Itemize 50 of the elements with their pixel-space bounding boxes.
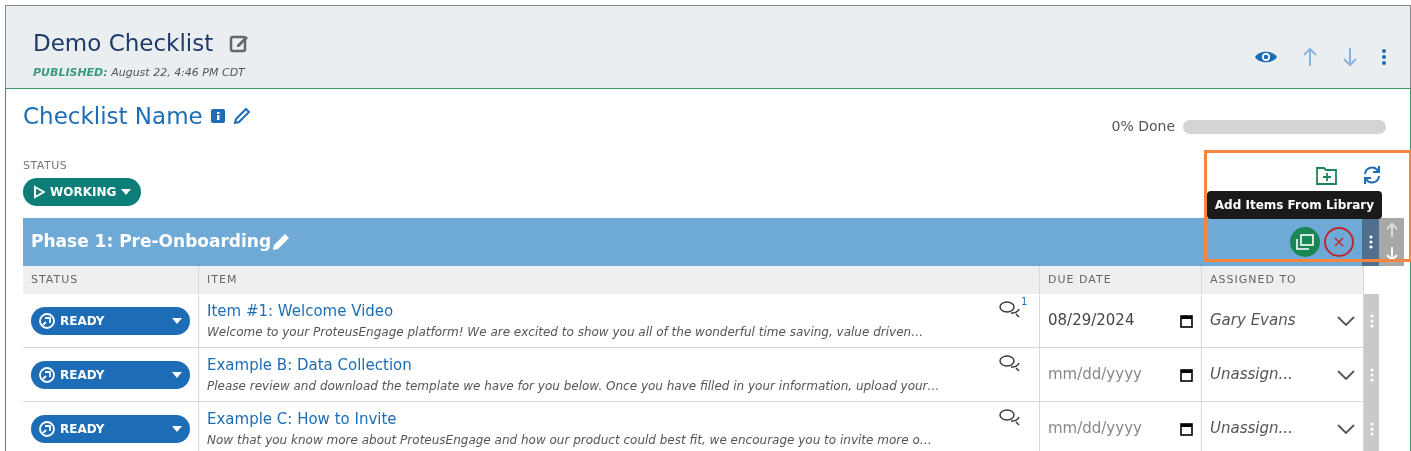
status-dropdown[interactable]: READY bbox=[31, 414, 190, 443]
refresh-icon[interactable] bbox=[1362, 165, 1382, 185]
copy-icon bbox=[1296, 234, 1314, 250]
due-date-field[interactable]: mm/dd/yyyy bbox=[1040, 402, 1202, 451]
page-title: Demo Checklist bbox=[33, 29, 214, 58]
comment-count: 1 bbox=[1021, 296, 1028, 308]
status-dropdown[interactable]: READY bbox=[31, 306, 190, 335]
tooltip: Add Items From Library bbox=[1206, 191, 1382, 219]
play-icon bbox=[33, 185, 45, 199]
chevron-down-icon bbox=[1337, 315, 1355, 326]
caret-icon bbox=[172, 425, 182, 432]
column-header: DUE DATE bbox=[1040, 266, 1202, 294]
info-icon[interactable] bbox=[210, 109, 225, 124]
item-title-link[interactable]: Example C: How to Invite bbox=[207, 408, 999, 431]
caret-icon bbox=[172, 371, 182, 378]
calendar-icon bbox=[1180, 313, 1193, 328]
kebab-menu-icon[interactable] bbox=[1382, 49, 1386, 65]
item-title-link[interactable]: Item #1: Welcome Video bbox=[207, 300, 999, 323]
published-text: PUBLISHED: August 22, 4:46 PM CDT bbox=[33, 64, 247, 81]
caret-icon bbox=[172, 317, 182, 324]
status-dropdown[interactable]: WORKING bbox=[23, 178, 142, 206]
column-header: ASSIGNED TO bbox=[1202, 266, 1364, 294]
chevron-down-icon bbox=[1337, 423, 1355, 434]
kebab-menu-icon bbox=[1368, 235, 1373, 249]
progress-text: 0% Done bbox=[1111, 117, 1175, 136]
phase-menu-button[interactable] bbox=[1362, 218, 1379, 266]
chevron-down-icon bbox=[1337, 369, 1355, 380]
caret-icon bbox=[121, 189, 132, 195]
item-description: Welcome to your ProteusEngage platform! We are excited to show you all of the wonderful time saving, value driven… bbox=[207, 323, 925, 341]
item-description: Now that you know more about ProteusEngage and how our product could best fit, we encourage you to invite more o… bbox=[207, 431, 933, 449]
due-date-field[interactable]: mm/dd/yyyy bbox=[1040, 348, 1202, 402]
close-button[interactable] bbox=[1324, 227, 1354, 257]
phase-title: Phase 1: Pre-Onboarding bbox=[30, 230, 272, 254]
pencil-icon[interactable] bbox=[271, 232, 292, 252]
calendar-icon bbox=[1180, 367, 1193, 382]
column-header: ITEM bbox=[199, 266, 1040, 294]
column-header: STATUS bbox=[23, 266, 199, 294]
folder-plus-icon[interactable] bbox=[1316, 165, 1338, 185]
add-from-library-button[interactable] bbox=[1290, 227, 1320, 257]
checklist-name: Checklist Name bbox=[23, 102, 203, 131]
calendar-icon bbox=[1180, 421, 1193, 436]
status-label: STATUS bbox=[23, 157, 69, 174]
eye-icon[interactable] bbox=[1254, 49, 1278, 65]
edit-icon[interactable] bbox=[229, 33, 250, 54]
item-title-link[interactable]: Example B: Data Collection bbox=[207, 354, 999, 377]
close-icon bbox=[1334, 237, 1344, 247]
item-description: Please review and download the template we have for you below. Once you have filled in your information, upload your… bbox=[207, 377, 941, 395]
status-dropdown[interactable]: READY bbox=[31, 360, 190, 389]
pencil-icon[interactable] bbox=[232, 107, 251, 126]
due-date-field[interactable]: 08/29/2024 bbox=[1040, 294, 1202, 348]
